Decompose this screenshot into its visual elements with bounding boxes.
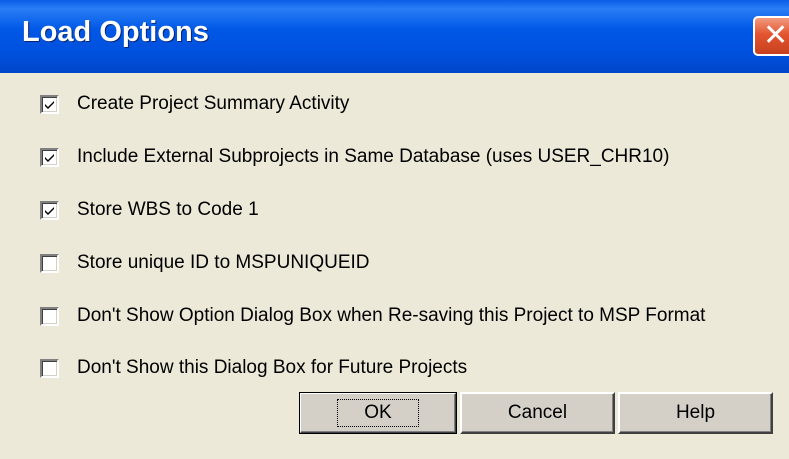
close-icon: ✕ — [763, 18, 789, 53]
title-bar[interactable]: Load Options ✕ — [0, 0, 789, 73]
option-label: Include External Subprojects in Same Dat… — [77, 146, 670, 167]
checkbox-create-project-summary[interactable] — [40, 94, 59, 114]
close-button[interactable]: ✕ — [753, 16, 789, 56]
ok-button[interactable]: OK — [299, 392, 457, 434]
ok-button-label: OK — [337, 399, 419, 427]
checkmark-icon — [45, 153, 54, 162]
checkbox-dont-show-future[interactable] — [40, 358, 59, 378]
dialog-title: Load Options — [22, 16, 209, 48]
checkbox-dont-show-resave[interactable] — [40, 306, 59, 326]
option-label: Store unique ID to MSPUNIQUEID — [77, 252, 370, 273]
option-label: Don't Show this Dialog Box for Future Pr… — [77, 357, 468, 378]
option-store-unique-id[interactable]: Store unique ID to MSPUNIQUEID — [40, 251, 370, 275]
checkbox-store-wbs[interactable] — [40, 200, 59, 220]
cancel-button-label: Cancel — [507, 402, 568, 423]
checkbox-include-external-subprojects[interactable] — [40, 147, 59, 167]
cancel-button[interactable]: Cancel — [460, 392, 615, 434]
help-button-label: Help — [675, 402, 716, 423]
option-label: Create Project Summary Activity — [77, 93, 350, 114]
checkbox-store-unique-id[interactable] — [40, 253, 59, 273]
option-dont-show-future[interactable]: Don't Show this Dialog Box for Future Pr… — [40, 356, 467, 380]
option-dont-show-resave[interactable]: Don't Show Option Dialog Box when Re-sav… — [40, 304, 705, 328]
checkmark-icon — [45, 100, 54, 109]
load-options-dialog: Load Options ✕ Create Project Summary Ac… — [0, 0, 789, 459]
option-label: Don't Show Option Dialog Box when Re-sav… — [77, 305, 706, 326]
checkmark-icon — [45, 206, 54, 215]
option-label: Store WBS to Code 1 — [77, 199, 259, 220]
option-create-project-summary[interactable]: Create Project Summary Activity — [40, 92, 349, 116]
option-include-external-subprojects[interactable]: Include External Subprojects in Same Dat… — [40, 145, 669, 169]
help-button[interactable]: Help — [618, 392, 773, 434]
option-store-wbs[interactable]: Store WBS to Code 1 — [40, 198, 259, 222]
